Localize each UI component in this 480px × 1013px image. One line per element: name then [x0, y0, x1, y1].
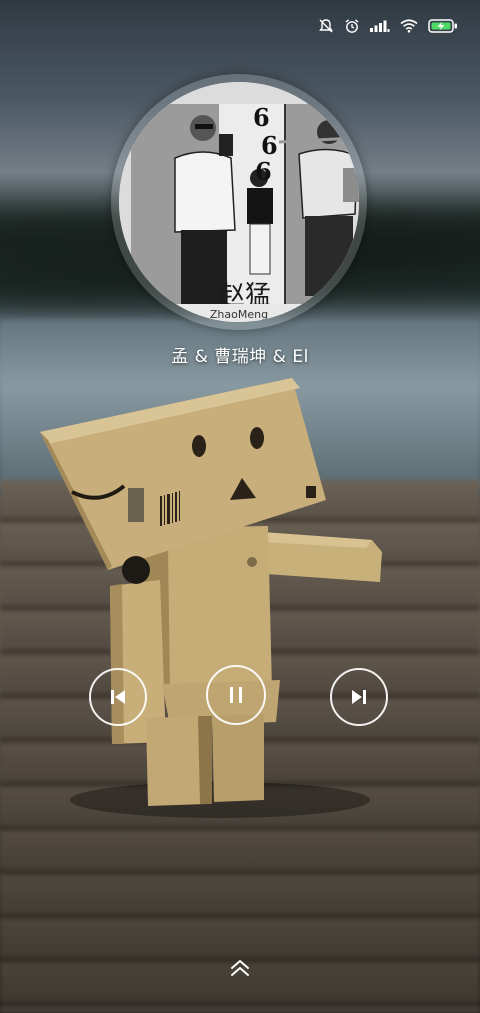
album-brand-label: ZhaoMeng	[210, 308, 268, 321]
status-bar	[318, 14, 458, 38]
skip-previous-icon	[111, 690, 125, 704]
chevron-up-double-icon[interactable]	[228, 958, 252, 980]
album-number-6c: 6	[255, 157, 272, 186]
album-cover: 6 6 6 赵猛 ZhaoMeng	[119, 82, 359, 322]
previous-button[interactable]	[89, 668, 147, 726]
album-number-6b: 6	[261, 131, 278, 160]
bell-muted-icon	[319, 19, 333, 33]
skip-next-icon	[352, 690, 366, 704]
alarm-icon	[345, 19, 359, 33]
album-art-disc[interactable]: 6 6 6 赵猛 ZhaoMeng	[111, 74, 367, 330]
album-cover-illustration: 6 6 6 赵猛 ZhaoMeng	[119, 82, 359, 322]
play-pause-button[interactable]	[206, 665, 266, 725]
signal-icon	[370, 20, 390, 32]
track-artists: 孟 & 曹瑞坤 & El	[171, 347, 309, 367]
wifi-icon	[400, 19, 418, 33]
next-button[interactable]	[330, 668, 388, 726]
battery-charging-icon	[428, 19, 457, 33]
pause-icon	[230, 687, 242, 703]
album-number-6a: 6	[253, 103, 270, 132]
